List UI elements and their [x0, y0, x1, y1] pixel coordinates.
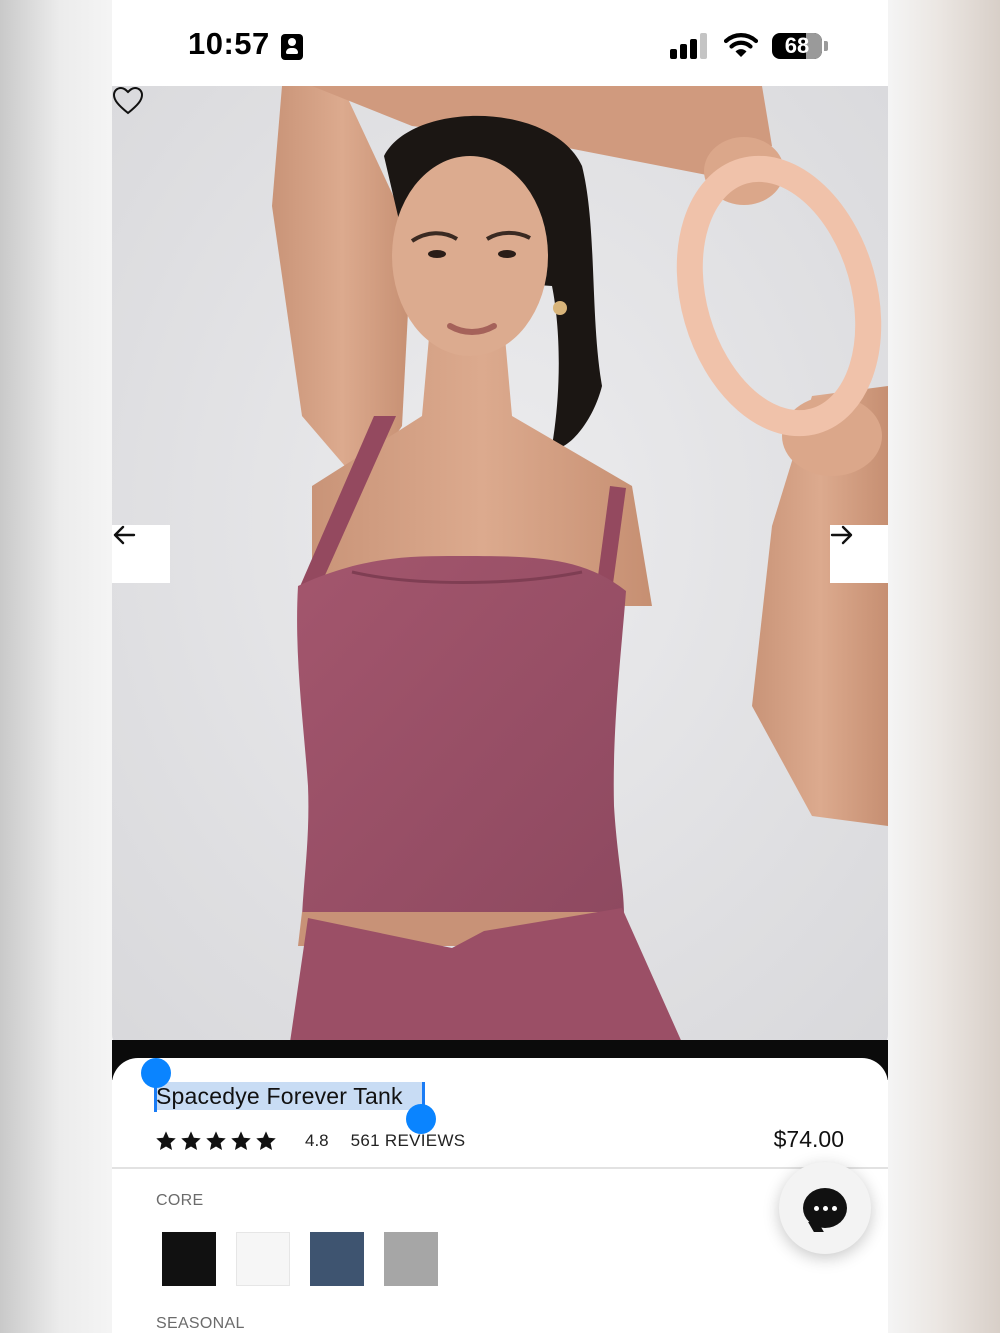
wifi-icon	[724, 33, 758, 57]
chat-button[interactable]	[779, 1162, 871, 1254]
star-icon	[181, 1131, 201, 1150]
divider	[112, 1167, 888, 1169]
color-swatch-grey[interactable]	[384, 1232, 438, 1286]
color-section-label-core: CORE	[156, 1192, 204, 1209]
battery-icon: 68	[772, 33, 822, 59]
color-swatch-navy[interactable]	[310, 1232, 364, 1286]
color-swatch-white[interactable]	[236, 1232, 290, 1286]
status-bar: 10:57 68	[112, 0, 888, 86]
phone-screen: 10:57 68 Spacedye Forever Tank 4.8 561 R…	[112, 0, 888, 1333]
rating-value: 4.8	[305, 1131, 329, 1150]
arrow-right-icon	[830, 525, 853, 545]
chat-bubble-icon	[803, 1188, 847, 1228]
gallery-prev-button[interactable]	[112, 525, 170, 583]
cellular-signal-icon	[670, 33, 712, 59]
gallery-next-button[interactable]	[830, 525, 888, 583]
status-time: 10:57	[188, 26, 270, 61]
reviews-link[interactable]: 561 REVIEWS	[351, 1131, 466, 1151]
arrow-left-icon	[113, 525, 136, 545]
star-icon	[256, 1131, 276, 1150]
selection-start-handle[interactable]	[141, 1058, 171, 1088]
core-color-swatches	[162, 1232, 438, 1286]
color-section-label-seasonal: SEASONAL	[156, 1315, 245, 1332]
rating-stars	[155, 1130, 277, 1152]
color-swatch-black[interactable]	[162, 1232, 216, 1286]
battery-level: 68	[784, 33, 810, 58]
battery-cap	[824, 41, 828, 51]
star-icon	[231, 1131, 251, 1150]
star-icon	[206, 1131, 226, 1150]
rating-row: 4.8 561 REVIEWS	[155, 1128, 465, 1154]
star-icon	[156, 1131, 176, 1150]
product-image-gallery[interactable]	[112, 86, 888, 1056]
product-title[interactable]: Spacedye Forever Tank	[156, 1083, 403, 1110]
product-price: $74.00	[773, 1126, 844, 1152]
product-photo	[112, 86, 888, 1056]
product-info-sheet: Spacedye Forever Tank 4.8 561 REVIEWS $7…	[112, 1058, 888, 1333]
contact-card-icon	[281, 34, 303, 60]
heart-icon[interactable]	[112, 86, 144, 116]
